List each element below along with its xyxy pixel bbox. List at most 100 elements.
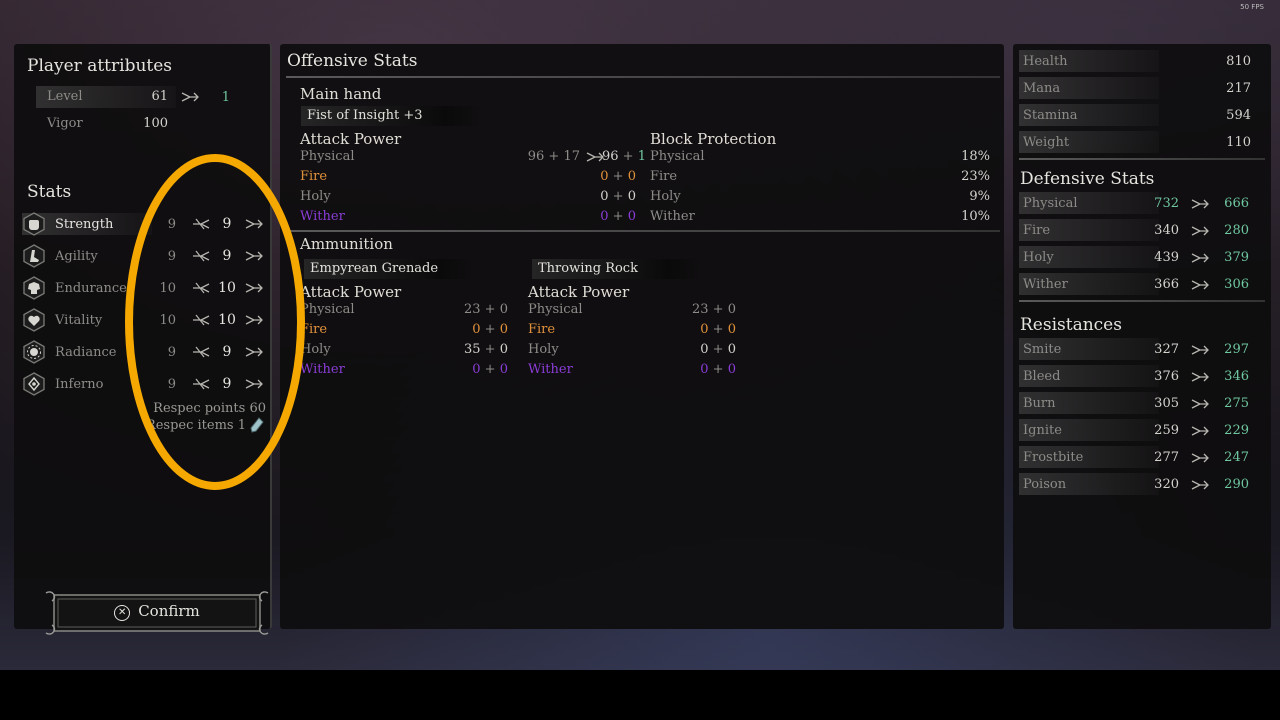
operator: +: [480, 302, 500, 317]
stat-base-value: 9: [167, 377, 176, 392]
stat-label-strength: Strength: [55, 217, 114, 232]
flame-icon: [22, 372, 46, 396]
stat-value: 320: [1154, 477, 1179, 492]
ammo-type-label: Physical: [528, 302, 583, 317]
attack-bonus: 17: [563, 149, 580, 164]
fist-icon: [22, 212, 46, 236]
attack-bonus: 0: [627, 189, 636, 204]
stat-label: Poison: [1023, 477, 1067, 492]
stat-label-endurance: Endurance: [55, 281, 127, 296]
defensive-stats-title: Defensive Stats: [1020, 169, 1155, 189]
divider: [286, 76, 1000, 78]
stat-base-value: 10: [159, 313, 176, 328]
attack-type-label: Physical: [300, 149, 355, 164]
ammo-name: Throwing Rock: [532, 259, 702, 279]
stat-label: Bleed: [1023, 369, 1061, 384]
player-attributes-panel: Player attributes Level 61 1 Vigor 100 S…: [14, 44, 272, 635]
block-protection-label: Block Protection: [650, 130, 777, 148]
ammo-bonus: 0: [727, 342, 736, 357]
stat-new-value: 280: [1224, 223, 1249, 238]
character-stats-panel: Health 810 Mana 217 Stamina 594 Weight 110 Defe…: [1013, 44, 1271, 629]
stat-new-value: 379: [1224, 250, 1249, 265]
ammo-value: 0 + 0: [658, 342, 736, 357]
ammo-value: 0 + 0: [658, 362, 736, 377]
attack-type-label: Fire: [300, 169, 328, 184]
ammo-base: 0: [472, 322, 481, 337]
core-stat-label: Stamina: [1023, 108, 1078, 123]
ammo-bonus: 0: [499, 322, 508, 337]
stats-title: Stats: [27, 182, 72, 202]
resistances-title: Resistances: [1020, 315, 1122, 335]
attack-new-base: 96: [602, 149, 619, 164]
ammo-base: 0: [700, 342, 709, 357]
attack-value: 0 + 0: [520, 189, 636, 204]
increase-arrow-icon[interactable]: [244, 313, 264, 327]
increase-arrow-icon[interactable]: [244, 249, 264, 263]
confirm-button[interactable]: ✕ Confirm: [44, 587, 270, 639]
stat-value: 277: [1154, 450, 1179, 465]
attack-power-label: Attack Power: [300, 130, 402, 148]
increase-arrow-icon[interactable]: [244, 377, 264, 391]
attack-type-label: Wither: [300, 209, 345, 224]
arrow-icon: [1190, 478, 1210, 492]
ammo-bonus: 0: [727, 322, 736, 337]
core-stat-value: 810: [1226, 54, 1251, 69]
ammo-name: Empyrean Grenade: [304, 259, 474, 279]
stat-new-value: 346: [1224, 369, 1249, 384]
block-value: 18%: [961, 149, 990, 164]
ammo-type-label: Wither: [528, 362, 573, 377]
ammo-type-label: Holy: [528, 342, 559, 357]
offensive-stats-panel: Offensive Stats Main hand Fist of Insigh…: [280, 44, 1004, 629]
ammo-base: 23: [692, 302, 709, 317]
decrease-arrow-icon[interactable]: [191, 313, 211, 327]
attack-base: 0: [600, 169, 609, 184]
decrease-arrow-icon[interactable]: [191, 249, 211, 263]
attack-value: 0 + 0: [520, 169, 636, 184]
block-value: 9%: [969, 189, 990, 204]
letterbox-bar: [0, 670, 1280, 720]
arrow-icon: [1190, 343, 1210, 357]
stat-value: 439: [1154, 250, 1179, 265]
ammo-value: 0 + 0: [430, 322, 508, 337]
increase-arrow-icon[interactable]: [244, 281, 264, 295]
vigor-label: Vigor: [47, 116, 83, 131]
stat-value: 9: [222, 344, 232, 360]
stat-label: Burn: [1023, 396, 1056, 411]
ammo-type-label: Fire: [300, 322, 328, 337]
core-stat-value: 217: [1226, 81, 1251, 96]
decrease-arrow-icon[interactable]: [191, 345, 211, 359]
ammo-value: 23 + 0: [658, 302, 736, 317]
stat-new-value: 229: [1224, 423, 1249, 438]
decrease-arrow-icon[interactable]: [191, 281, 211, 295]
ammo-type-label: Fire: [528, 322, 556, 337]
attack-type-label: Holy: [300, 189, 331, 204]
ammo-bonus: 0: [499, 302, 508, 317]
ammo-base: 0: [700, 362, 709, 377]
stat-new-value: 297: [1224, 342, 1249, 357]
increase-arrow-icon[interactable]: [244, 345, 264, 359]
arrow-icon: [1190, 370, 1210, 384]
operator: +: [608, 189, 628, 204]
decrease-arrow-icon[interactable]: [191, 217, 211, 231]
block-type-label: Wither: [650, 209, 695, 224]
increase-arrow-icon[interactable]: [244, 217, 264, 231]
block-type-label: Physical: [650, 149, 705, 164]
operator: +: [480, 322, 500, 337]
ammo-base: 35: [464, 342, 481, 357]
core-stat-value: 110: [1226, 135, 1251, 150]
arrow-icon: [1190, 251, 1210, 265]
stat-value: 305: [1154, 396, 1179, 411]
decrease-arrow-icon[interactable]: [191, 377, 211, 391]
weapon-name: Fist of Insight +3: [301, 106, 481, 126]
arrow-icon: [180, 90, 200, 104]
arrow-icon: [1190, 278, 1210, 292]
stat-value: 10: [218, 280, 236, 296]
arrow-icon: [1190, 224, 1210, 238]
respec-points: Respec points 60: [153, 401, 266, 416]
block-value: 23%: [961, 169, 990, 184]
core-stat-label: Mana: [1023, 81, 1061, 96]
offensive-stats-title: Offensive Stats: [287, 51, 418, 71]
stat-value: 9: [222, 248, 232, 264]
ammo-value: 23 + 0: [430, 302, 508, 317]
attack-bonus: 0: [627, 209, 636, 224]
